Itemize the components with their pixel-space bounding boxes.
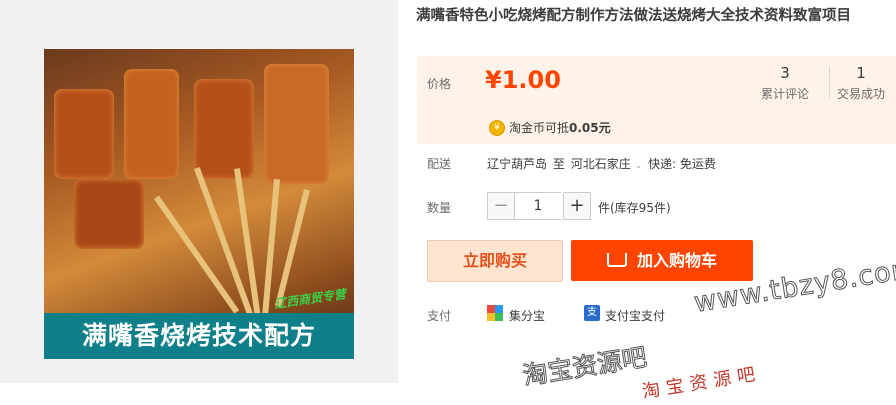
watermark-text-secondary: 淘宝资源吧 <box>640 363 763 403</box>
watermark-text: 淘宝资源吧 <box>520 342 649 391</box>
taojinbi-row: ¥ 淘金币可抵 0.05元 <box>489 119 611 136</box>
ship-from: 辽宁葫芦岛 <box>487 157 548 171</box>
payment-label: 支付 <box>427 309 452 323</box>
skewer-meat <box>124 69 179 179</box>
buy-now-button[interactable]: 立即购买 <box>427 240 563 282</box>
product-title: 满嘴香特色小吃烧烤配方制作方法做法送烧烤大全技术资料致富项目 <box>416 8 851 24</box>
add-to-cart-label: 加入购物车 <box>636 251 717 270</box>
ship-to-word: 至 <box>552 157 565 171</box>
skewer-meat <box>194 79 254 179</box>
skewer-meat <box>264 64 329 184</box>
stat-divider <box>829 66 830 98</box>
price-panel: 价格 ¥1.00 3 累计评论 1 交易成功 ¥ 淘金币可抵 0.05元 <box>417 56 896 144</box>
deals-stat[interactable]: 1 交易成功 <box>837 64 885 102</box>
skewer-meat <box>54 89 114 179</box>
quantity-label: 数量 <box>427 201 452 215</box>
deals-count: 1 <box>856 64 866 82</box>
reviews-count: 3 <box>780 64 790 82</box>
coin-text: 淘金币可抵 <box>509 121 570 135</box>
price-value: ¥1.00 <box>485 66 561 94</box>
jifenbao-icon <box>487 305 503 321</box>
reviews-stat[interactable]: 3 累计评论 <box>761 64 809 102</box>
ship-fee: 快递: 免运费 <box>648 157 716 171</box>
deals-label: 交易成功 <box>837 87 886 101</box>
skewer-stick <box>274 189 310 307</box>
image-banner: 满嘴香烧烤技术配方 <box>44 313 354 359</box>
product-main-image[interactable]: 辽西商贸专营 满嘴香烧烤技术配方 <box>44 49 354 359</box>
shipping-label: 配送 <box>427 157 452 171</box>
coin-amount: 0.05元 <box>569 121 611 135</box>
payment-option-alipay[interactable]: 支付宝支付 <box>605 307 665 324</box>
skewer-meat <box>74 179 144 249</box>
quantity-increase-button[interactable]: + <box>563 192 591 220</box>
price-label: 价格 <box>427 77 452 91</box>
coin-icon: ¥ <box>489 119 505 136</box>
product-gallery: 辽西商贸专营 满嘴香烧烤技术配方 <box>0 0 398 383</box>
quantity-decrease-button[interactable]: − <box>487 192 515 220</box>
alipay-icon: 支 <box>584 305 600 321</box>
shipping-info: 辽宁葫芦岛 至 河北石家庄 ⌄ 快递: 免运费 <box>487 155 718 172</box>
stock-text: 件(库存95件) <box>598 201 671 215</box>
chevron-down-icon[interactable]: ⌄ <box>635 161 643 171</box>
reviews-label: 累计评论 <box>761 87 810 101</box>
add-to-cart-button[interactable]: 加入购物车 <box>571 240 753 281</box>
ship-to-selector[interactable]: 河北石家庄 <box>571 157 631 171</box>
quantity-input[interactable]: 1 <box>515 192 561 220</box>
cart-icon <box>606 253 627 267</box>
skewer-stick <box>234 168 261 318</box>
payment-option-jifenbao[interactable]: 集分宝 <box>509 307 545 324</box>
